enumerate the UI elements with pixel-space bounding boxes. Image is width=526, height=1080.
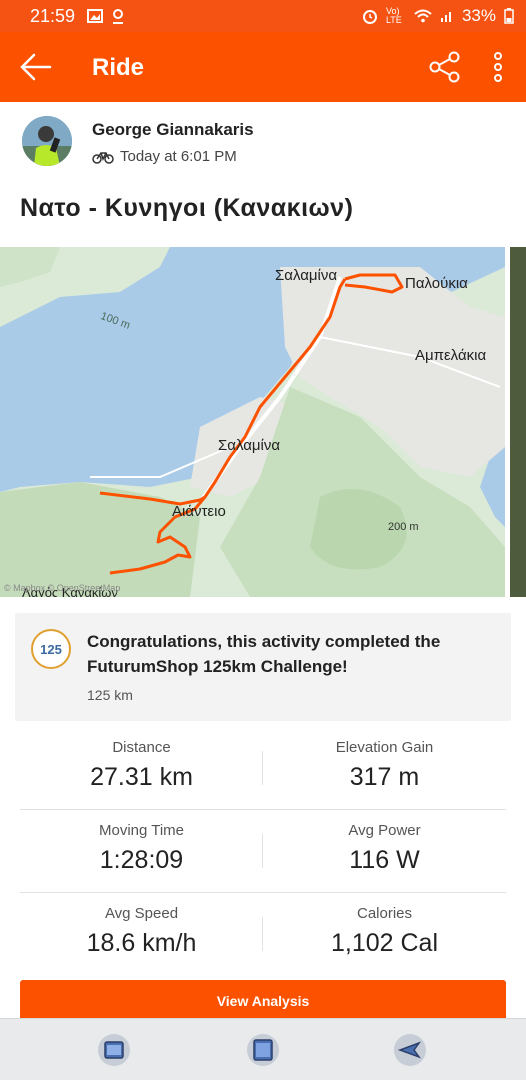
stat-moving-time: Moving Time 1:28:09 xyxy=(98,822,185,874)
alarm-icon xyxy=(362,10,377,24)
map-contour-200: 200 m xyxy=(388,521,419,533)
notification-icon xyxy=(113,9,124,24)
gallery-icon xyxy=(87,9,104,23)
stats-grid: Distance 27.31 km Elevation Gain 317 m M… xyxy=(20,727,506,976)
battery-icon xyxy=(504,8,514,24)
map-label-salamina-top: Σαλαμίνα xyxy=(275,267,338,284)
map-label-ampelakia: Αμπελάκια xyxy=(415,347,487,364)
status-bar: 21:59 Vo) LTE 33% xyxy=(0,0,526,32)
bike-icon xyxy=(92,151,114,164)
map-attribution: © Mapbox © OpenStreetMap xyxy=(4,583,121,593)
more-vert-icon[interactable] xyxy=(490,50,506,84)
network-indicator: Vo) LTE xyxy=(385,6,402,25)
signal-icon xyxy=(440,12,451,22)
status-time: 21:59 xyxy=(30,5,76,26)
activity-meta: Today at 6:01 PM xyxy=(92,148,237,165)
app-bar: Ride xyxy=(0,32,526,102)
stats-row: Moving Time 1:28:09 Avg Power 116 W xyxy=(20,810,506,893)
stat-distance: Distance 27.31 km xyxy=(90,739,193,791)
activity-timestamp: Today at 6:01 PM xyxy=(120,148,237,165)
challenge-distance: 125 km xyxy=(87,687,133,703)
recent-apps-icon[interactable] xyxy=(96,1033,132,1067)
map-label-salamina-mid: Σαλαμίνα xyxy=(218,437,281,454)
battery-percent: 33% xyxy=(461,6,496,25)
stat-avg-power: Avg Power 116 W xyxy=(348,822,421,874)
activity-header: George Giannakaris Today at 6:01 PM Νατο… xyxy=(0,102,526,247)
back-arrow-icon[interactable] xyxy=(20,52,52,82)
route-map[interactable]: Σαλαμίνα Παλούκια Αμπελάκια Σαλαμίνα Αιά… xyxy=(0,247,505,597)
map-label-aianteio: Αιάντειο xyxy=(172,503,226,520)
stats-row: Distance 27.31 km Elevation Gain 317 m xyxy=(20,727,506,810)
map-canvas xyxy=(0,247,505,597)
map-label-paloukia: Παλούκια xyxy=(405,275,468,292)
stats-row: Avg Speed 18.6 km/h Calories 1,102 Cal xyxy=(20,893,506,976)
page-title: Ride xyxy=(92,54,145,81)
challenge-text: Congratulations, this activity completed… xyxy=(87,632,441,676)
stat-avg-speed: Avg Speed 18.6 km/h xyxy=(86,905,197,957)
avatar[interactable] xyxy=(22,116,72,166)
stat-calories: Calories 1,102 Cal xyxy=(330,905,439,957)
stat-elevation-gain: Elevation Gain 317 m xyxy=(335,739,434,791)
share-icon[interactable] xyxy=(428,50,462,84)
next-photo-peek[interactable] xyxy=(510,247,526,597)
challenge-banner[interactable]: 125 Congratulations, this activity compl… xyxy=(15,613,511,721)
athlete-name[interactable]: George Giannakaris xyxy=(92,120,254,140)
system-nav-bar xyxy=(0,1018,526,1080)
avatar-photo xyxy=(22,116,72,166)
activity-title: Νατο - Κυνηγοι (Κανακιων) xyxy=(20,194,354,222)
wifi-icon xyxy=(414,9,432,23)
challenge-badge-icon: 125 xyxy=(31,629,71,669)
home-icon[interactable] xyxy=(245,1033,281,1067)
back-icon[interactable] xyxy=(392,1033,428,1067)
view-analysis-button[interactable]: View Analysis xyxy=(20,980,506,1022)
